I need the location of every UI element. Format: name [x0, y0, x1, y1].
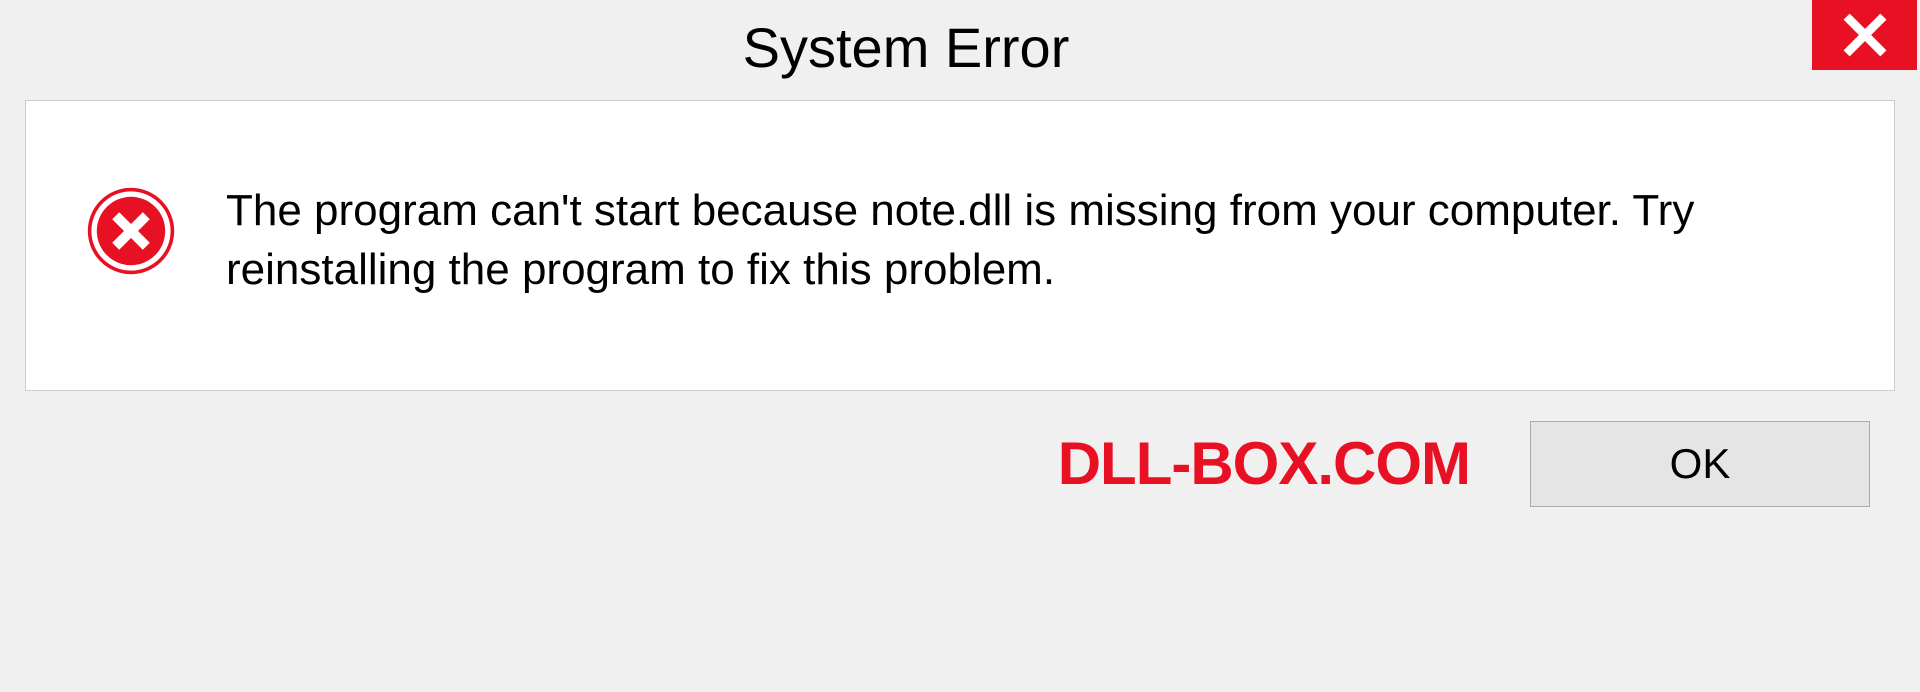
close-button[interactable] — [1812, 0, 1917, 70]
dialog-content: The program can't start because note.dll… — [25, 100, 1895, 391]
dialog-footer: DLL-BOX.COM OK — [0, 391, 1920, 507]
window-title: System Error — [0, 0, 1812, 80]
watermark-text: DLL-BOX.COM — [1058, 429, 1470, 498]
ok-button[interactable]: OK — [1530, 421, 1870, 507]
titlebar: System Error — [0, 0, 1920, 95]
close-icon — [1842, 12, 1888, 58]
error-message: The program can't start because note.dll… — [226, 181, 1834, 300]
error-icon — [86, 186, 176, 276]
